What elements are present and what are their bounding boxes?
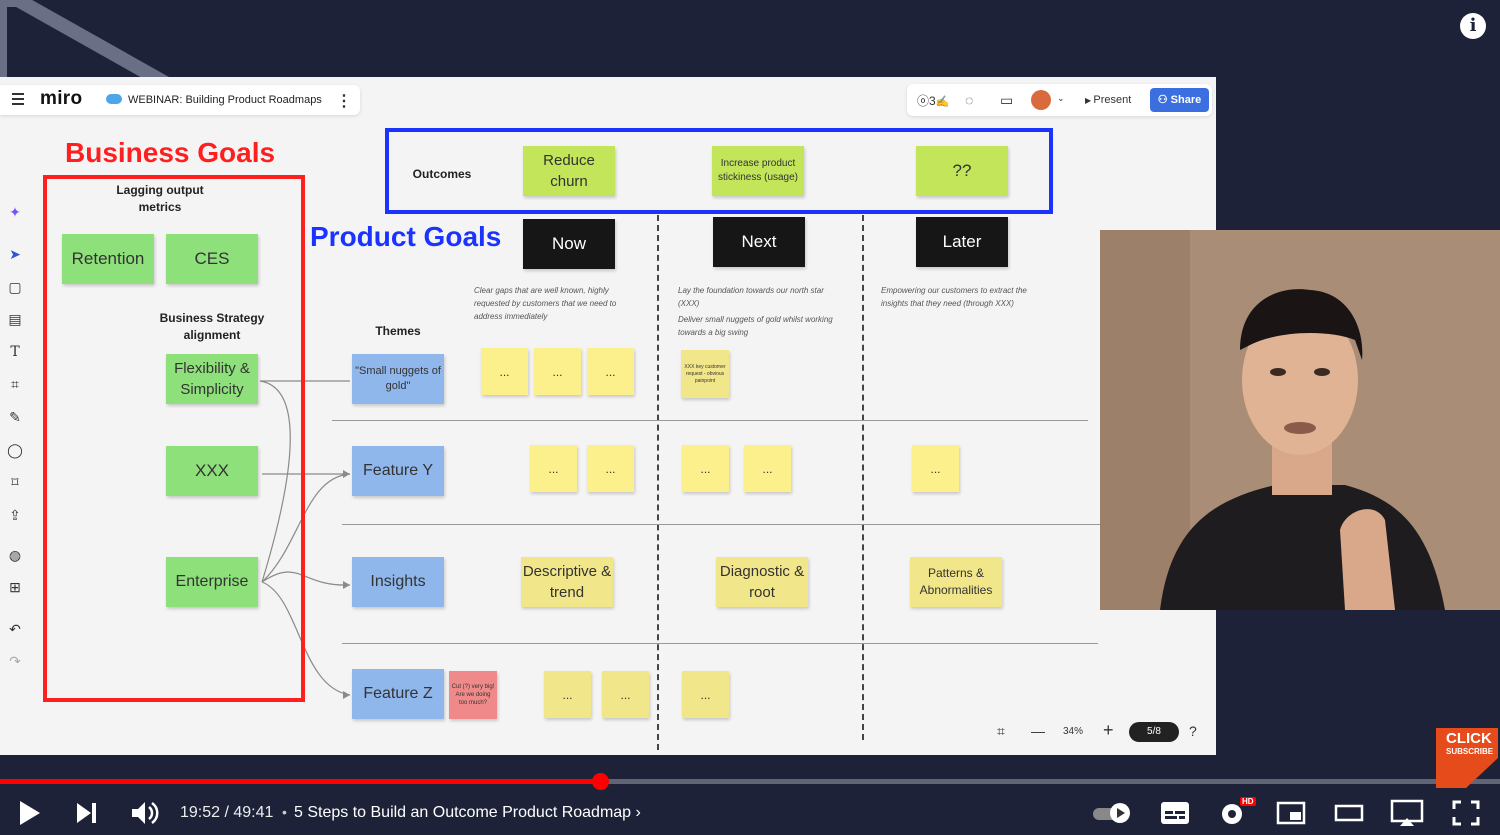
column-later[interactable]: Later (916, 217, 1008, 267)
sticky-placeholder[interactable]: ... (587, 445, 634, 492)
row-divider-1 (332, 420, 1088, 421)
theme-insights[interactable]: Insights (352, 557, 444, 607)
presenter-video (1100, 230, 1500, 610)
fullscreen-icon[interactable] (1452, 800, 1480, 826)
theme-small-nuggets[interactable]: "Small nuggets of gold" (352, 354, 444, 404)
product-goals-box (385, 128, 1053, 214)
themes-label: Themes (375, 324, 421, 338)
sticky-placeholder[interactable]: ... (682, 671, 729, 718)
sticky-placeholder[interactable]: ... (481, 348, 528, 395)
zoom-out-icon[interactable]: — (1031, 723, 1045, 739)
subscribe-text: SUBSCRIBE (1446, 747, 1494, 756)
miro-board[interactable]: miro WEBINAR: Building Product Roadmaps … (0, 77, 1216, 755)
next-description-2: Deliver small nuggets of gold whilst wor… (678, 315, 833, 337)
business-goals-box (43, 175, 305, 702)
row-divider-3 (342, 643, 1098, 644)
time-display: 19:52 / 49:41 (180, 804, 274, 821)
column-now[interactable]: Now (523, 219, 615, 269)
sticky-placeholder[interactable]: ... (530, 445, 577, 492)
fit-frame-icon[interactable]: ⌗ (997, 723, 1005, 740)
click-text: CLICK (1446, 730, 1492, 747)
theme-feature-y[interactable]: Feature Y (352, 446, 444, 496)
volume-icon[interactable] (130, 800, 160, 826)
theater-mode-icon[interactable] (1334, 801, 1364, 825)
pages-indicator[interactable]: 5/8 (1129, 722, 1179, 742)
sticky-placeholder[interactable]: ... (602, 671, 649, 718)
sticky-xxx-key-request[interactable]: XXX key customer request - obvious painp… (681, 350, 729, 398)
pages-count: 5/8 (1147, 726, 1161, 737)
video-title[interactable]: 5 Steps to Build an Outcome Product Road… (294, 804, 641, 822)
sticky-placeholder[interactable]: ... (587, 348, 634, 395)
divider-now-next (657, 215, 659, 750)
product-goals-annotation: Product Goals (310, 221, 502, 252)
info-icon[interactable]: i (1460, 13, 1486, 39)
divider-next-later (862, 215, 864, 740)
title-separator: • (282, 804, 287, 820)
theme-feature-z[interactable]: Feature Z (352, 669, 444, 719)
now-description: Clear gaps that are well known, highly r… (474, 286, 617, 321)
column-next[interactable]: Next (713, 217, 805, 267)
webcam-overlay (1100, 230, 1500, 610)
business-goals-annotation: Business Goals (65, 137, 276, 168)
subtitles-icon[interactable] (1160, 801, 1190, 825)
row-divider-2 (342, 524, 1100, 525)
help-icon[interactable]: ? (1189, 723, 1197, 739)
progress-bar-fill (0, 779, 600, 784)
sticky-cut-note[interactable]: Cut (?) very big! Are we doing too much? (449, 671, 497, 719)
sticky-placeholder[interactable]: ... (534, 348, 581, 395)
play-icon[interactable] (18, 800, 42, 826)
sticky-placeholder[interactable]: ... (912, 445, 959, 492)
video-title-text: 5 Steps to Build an Outcome Product Road… (294, 804, 632, 821)
sticky-placeholder[interactable]: ... (744, 445, 791, 492)
progress-scrubber[interactable] (592, 773, 609, 790)
next-description-1: Lay the foundation towards our north sta… (678, 286, 824, 308)
autoplay-toggle-icon[interactable] (1092, 802, 1134, 824)
next-video-icon[interactable] (75, 801, 99, 825)
sticky-diagnostic-root[interactable]: Diagnostic & root (716, 557, 808, 607)
zoom-in-icon[interactable]: + (1103, 720, 1114, 741)
cast-icon[interactable] (1390, 799, 1424, 827)
zoom-level: 34% (1063, 726, 1084, 737)
hd-badge: HD (1240, 797, 1256, 806)
miniplayer-icon[interactable] (1276, 801, 1306, 825)
sticky-descriptive-trend[interactable]: Descriptive & trend (521, 557, 613, 607)
zoom-controls: ⌗ — 34% + 5/8 ? (985, 717, 1215, 749)
later-description: Empowering our customers to extract the … (881, 286, 1027, 308)
sticky-patterns-abnormalities[interactable]: Patterns & Abnormalities (910, 557, 1002, 607)
chevron-right-icon: › (631, 804, 641, 821)
sticky-placeholder[interactable]: ... (682, 445, 729, 492)
sticky-placeholder[interactable]: ... (544, 671, 591, 718)
subscribe-watermark[interactable]: CLICK SUBSCRIBE (1436, 728, 1498, 788)
